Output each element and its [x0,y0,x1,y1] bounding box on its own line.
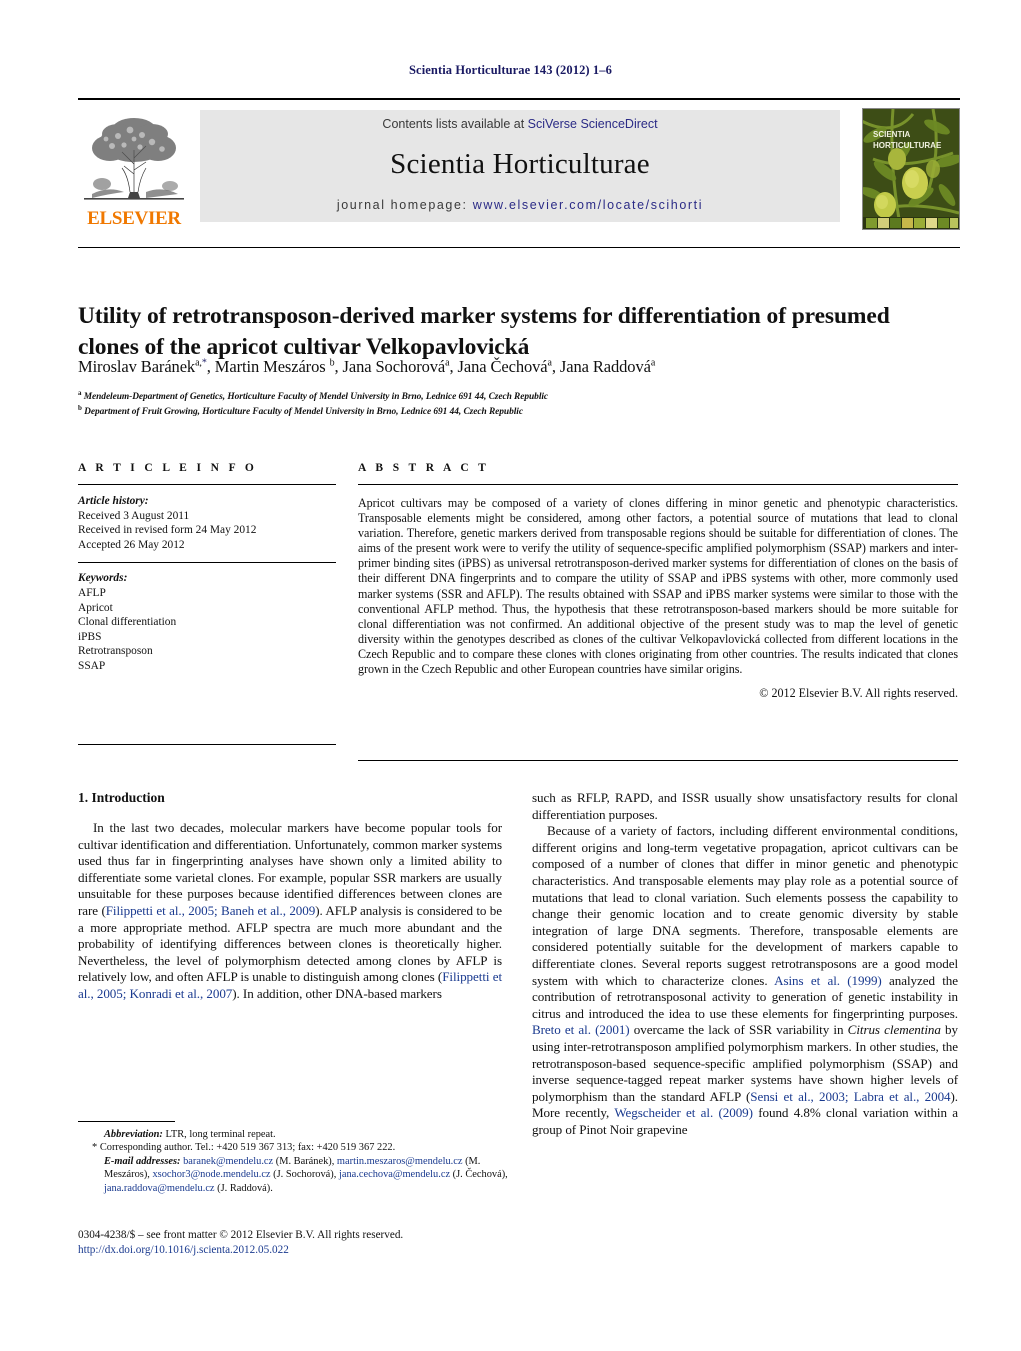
abstract-copyright: © 2012 Elsevier B.V. All rights reserved… [759,686,958,701]
affiliation-a-text: Mendeleum-Department of Genetics, Hortic… [83,392,549,403]
article-info-rule-mid [78,562,336,564]
article-history-label: Article history: [78,495,149,507]
article-info-rule-bottom [78,744,336,745]
homepage-url-link[interactable]: www.elsevier.com/locate/scihorti [473,198,703,212]
article-info-column: A R T I C L E I N F O Article history: R… [78,462,336,674]
issn-line: 0304-4238/$ – see front matter © 2012 El… [78,1229,404,1241]
asterisk-icon: * [92,1142,98,1154]
elsevier-logo: ELSEVIER [78,108,190,229]
affiliation-a: a Mendeleum-Department of Genetics, Hort… [78,389,958,402]
article-info-heading: A R T I C L E I N F O [78,462,258,474]
section-heading-introduction: 1. Introduction [78,790,165,805]
homepage-prefix: journal homepage: [336,198,473,212]
abstract-heading: A B S T R A C T [358,462,490,474]
body-column-right: such as RFLP, RAPD, and ISSR usually sho… [532,790,958,1138]
article-history-block: Article history: Received 3 August 2011 … [78,494,336,552]
page-footer: 0304-4238/$ – see front matter © 2012 El… [78,1228,518,1258]
affiliation-a-marker: a [78,389,82,397]
journal-title: Scientia Horticulturae [390,148,650,180]
affiliation-b-marker: b [78,404,82,412]
affiliation-b: b Department of Fruit Growing, Horticult… [78,404,958,417]
author-list: Miroslav Baráneka,*, Martin Meszáros b, … [78,357,656,376]
cover-title-line1: SCIENTIA [873,130,911,139]
keyword-item: AFLP [78,586,106,599]
keywords-label: Keywords: [78,572,128,585]
contents-prefix: Contents lists available at [382,117,528,131]
footnote-divider [78,1121,175,1122]
elsevier-tree-icon [84,118,184,200]
journal-cover-image: SCIENTIA HORTICULTURAE [863,109,959,229]
article-history-item: Received in revised form 24 May 2012 [78,524,257,537]
page-title: Utility of retrotransposon-derived marke… [78,302,890,360]
keywords-block: Keywords: AFLP Apricot Clonal differenti… [78,571,336,673]
abstract-rule-top [358,484,958,485]
running-head: Scientia Horticulturae 143 (2012) 1–6 [409,63,612,77]
email-note: E-mail addresses: baranek@mendelu.cz (M.… [78,1155,508,1195]
contents-available-line: Contents lists available at SciVerse Sci… [200,117,840,131]
corresponding-author-text: Corresponding author. Tel.: +420 519 367… [99,1142,396,1154]
journal-homepage-line: journal homepage: www.elsevier.com/locat… [200,198,840,212]
article-history-item: Received 3 August 2011 [78,509,190,522]
abstract-column: A B S T R A C T Apricot cultivars may be… [358,462,958,701]
paragraph: In the last two decades, molecular marke… [78,820,503,1001]
body-column-left: 1. Introduction In the last two decades,… [78,790,502,1003]
keyword-item: iPBS [78,630,102,643]
abstract-text: Apricot cultivars may be composed of a v… [358,496,958,677]
abstract-rule-bottom [358,760,958,761]
abbreviation-label: Abbreviation: [104,1129,163,1140]
cover-title-line2: HORTICULTURAE [873,141,942,150]
footnote-block: Abbreviation: LTR, long terminal repeat.… [78,1128,508,1195]
corresponding-author-note: * Corresponding author. Tel.: +420 519 3… [78,1141,508,1154]
title-divider [78,247,960,248]
doi-link[interactable]: http://dx.doi.org/10.1016/j.scienta.2012… [78,1243,518,1258]
abbreviation-note: Abbreviation: LTR, long terminal repeat. [78,1128,508,1141]
article-history-item: Accepted 26 May 2012 [78,538,185,551]
keyword-item: Apricot [78,601,113,614]
email-addresses-label: E-mail addresses: [104,1155,181,1167]
keyword-item: Retrotransposon [78,645,153,658]
keyword-item: SSAP [78,659,106,672]
journal-masthead: ELSEVIER Contents lists available at Sci… [78,98,960,230]
sciencedirect-link[interactable]: SciVerse ScienceDirect [528,117,658,131]
journal-cover-thumbnail: SCIENTIA HORTICULTURAE [862,108,960,230]
paragraph: Because of a variety of factors, includi… [532,823,959,1137]
article-info-rule-top [78,484,336,485]
paragraph: such as RFLP, RAPD, and ISSR usually sho… [532,790,958,822]
abbreviation-text: LTR, long terminal repeat. [165,1129,276,1140]
article-page: Scientia Horticulturae 143 (2012) 1–6 EL… [0,0,1021,1351]
affiliation-b-text: Department of Fruit Growing, Horticultur… [84,407,523,418]
elsevier-wordmark: ELSEVIER [87,208,181,229]
keyword-item: Clonal differentiation [78,616,177,629]
